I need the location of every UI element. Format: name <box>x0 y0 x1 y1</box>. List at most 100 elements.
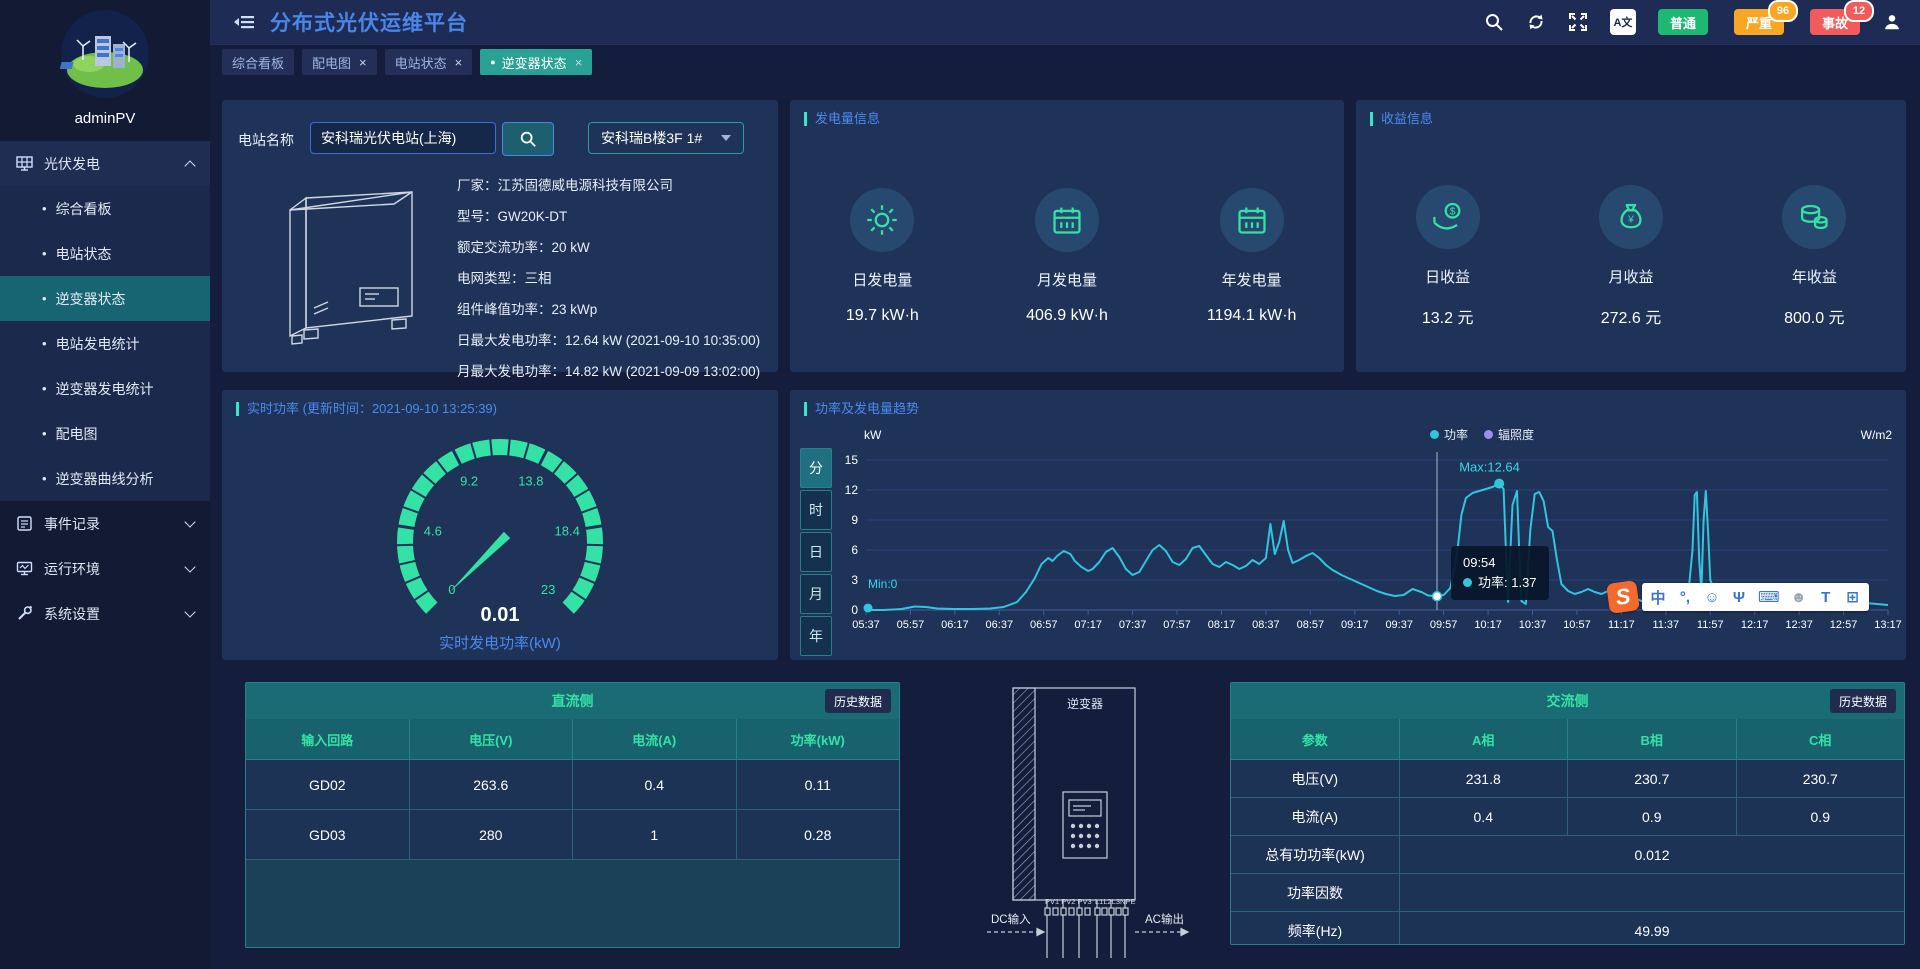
dc-history-button[interactable]: 历史数据 <box>825 689 891 713</box>
ime-tray: 中 °, ☺ Ψ ⌨ ☻ T ⊞ <box>1642 583 1869 611</box>
sun-icon <box>850 188 914 252</box>
power-trend-panel: 功率及发电量趋势 kW W/m2 功率 辐照度 分时日月年 0369121505… <box>790 390 1906 660</box>
status-badge-0[interactable]: 普通 <box>1658 9 1708 35</box>
tab-逆变器状态[interactable]: ●逆变器状态× <box>480 49 592 75</box>
revenue-info-panel: 收益信息 $日收益13.2 元¥月收益272.6 元年收益800.0 元 <box>1356 100 1906 372</box>
series-dot <box>1463 578 1472 587</box>
ac-side-table: 交流侧 历史数据 参数A相B相C相 电压(V)231.8230.7230.7电流… <box>1230 682 1905 945</box>
chevron-down-icon <box>721 135 731 141</box>
svg-text:10:37: 10:37 <box>1519 619 1547 631</box>
station-search-button[interactable] <box>502 122 554 156</box>
column-header-参数: 参数 <box>1231 719 1400 759</box>
pv-terminals-label: PV1 PV2 PV3 <box>1045 897 1092 906</box>
panel-title: 发电量信息 <box>804 112 880 126</box>
param-cell: 电流(A) <box>1231 798 1400 835</box>
svg-text:15: 15 <box>845 453 859 467</box>
chart-tooltip: 09:54 功率: 1.37 <box>1451 546 1549 600</box>
tab-close-icon[interactable]: × <box>455 55 463 70</box>
inverter-select[interactable]: 安科瑞B楼3F 1# <box>588 122 744 154</box>
svg-text:12:17: 12:17 <box>1741 619 1769 631</box>
emoji-icon[interactable]: ☺ <box>1704 589 1720 606</box>
table-cell: GD03 <box>246 810 410 859</box>
translate-icon[interactable]: A文 <box>1610 9 1636 35</box>
svg-text:Max:12.64: Max:12.64 <box>1459 460 1520 475</box>
station-search-input[interactable] <box>310 122 496 154</box>
user-icon[interactable] <box>1882 12 1902 32</box>
status-badge-1[interactable]: 严重96 <box>1734 9 1784 35</box>
voice-input-icon[interactable]: Ψ <box>1731 589 1747 606</box>
sidebar-menu: 光伏发电•综合看板•电站状态•逆变器状态•电站发电统计•逆变器发电统计•配电图•… <box>0 141 210 636</box>
sidebar-subitem-逆变器状态[interactable]: •逆变器状态 <box>0 276 210 321</box>
column-header-B相: B相 <box>1568 719 1737 759</box>
ac-history-button[interactable]: 历史数据 <box>1830 689 1896 713</box>
sidebar-subitem-电站状态[interactable]: •电站状态 <box>0 231 210 276</box>
username: adminPV <box>0 110 210 127</box>
svg-text:13.8: 13.8 <box>518 473 543 488</box>
svg-text:06:17: 06:17 <box>941 619 969 631</box>
sidebar-subitem-逆变器曲线分析[interactable]: •逆变器曲线分析 <box>0 456 210 501</box>
dc-table-header: 输入回路电压(V)电流(A)功率(kW) <box>246 719 899 760</box>
table-cell: 263.6 <box>410 760 574 809</box>
tab-综合看板[interactable]: 综合看板 <box>222 49 294 75</box>
column-header-输入回路: 输入回路 <box>246 719 410 759</box>
calendar-month-icon <box>1035 188 1099 252</box>
sidebar-item-光伏发电[interactable]: 光伏发电 <box>0 141 210 186</box>
svg-text:07:57: 07:57 <box>1163 619 1191 631</box>
tab-电站状态[interactable]: 电站状态× <box>385 49 473 75</box>
search-icon[interactable] <box>1484 12 1504 32</box>
ac-table-rows: 电压(V)231.8230.7230.7电流(A)0.40.90.9总有功功率(… <box>1231 760 1904 945</box>
tab-close-icon[interactable]: × <box>575 55 583 70</box>
param-cell: 总有功功率(kW) <box>1231 836 1400 873</box>
power-trend-chart[interactable]: 0369121505:3705:5706:1706:3706:5707:1707… <box>790 390 1906 660</box>
sogou-logo-icon[interactable]: S <box>1606 580 1640 614</box>
status-badge-2[interactable]: 事故12 <box>1810 9 1860 35</box>
table-cell: 0.9 <box>1737 798 1905 835</box>
fullscreen-icon[interactable] <box>1568 12 1588 32</box>
svg-text:4.6: 4.6 <box>424 523 442 538</box>
dc-table-title-bar: 直流侧 历史数据 <box>246 683 899 719</box>
column-header-电压(V): 电压(V) <box>410 719 574 759</box>
toolbox-icon[interactable]: ⊞ <box>1845 588 1861 606</box>
sidebar-subitem-综合看板[interactable]: •综合看板 <box>0 186 210 231</box>
gauge-value: 0.01 <box>222 604 778 627</box>
sidebar-item-事件记录[interactable]: 事件记录 <box>0 501 210 546</box>
svg-text:¥: ¥ <box>1627 214 1634 225</box>
inverter-image <box>244 166 454 367</box>
generation-info-panel: 发电量信息 日发电量19.7 kW·h月发电量406.9 kW·h年发电量119… <box>790 100 1344 372</box>
ac-terminals-label: L1L2L3NPE <box>1095 897 1135 906</box>
sidebar-item-系统设置[interactable]: 系统设置 <box>0 591 210 636</box>
skin-icon[interactable]: T <box>1818 589 1834 606</box>
svg-text:$: $ <box>1449 206 1455 217</box>
svg-text:06:57: 06:57 <box>1030 619 1058 631</box>
merged-cell <box>1400 874 1904 911</box>
table-cell: 0.4 <box>1400 798 1569 835</box>
column-header-A相: A相 <box>1400 719 1569 759</box>
sidebar-subitem-逆变器发电统计[interactable]: •逆变器发电统计 <box>0 366 210 411</box>
svg-text:07:17: 07:17 <box>1074 619 1102 631</box>
punctuation-icon[interactable]: °, <box>1677 589 1693 606</box>
metric-card-月发电量: 月发电量406.9 kW·h <box>975 156 1160 356</box>
dc-input-label: DC输入 <box>991 912 1031 926</box>
realtime-power-panel: 实时功率 (更新时间：2021-09-10 13:25:39) 04.69.21… <box>222 390 778 660</box>
chevron-down-icon <box>184 606 195 617</box>
badge-count: 12 <box>1844 0 1874 22</box>
sidebar: adminPV 光伏发电•综合看板•电站状态•逆变器状态•电站发电统计•逆变器发… <box>0 0 210 969</box>
generation-cards: 日发电量19.7 kW·h月发电量406.9 kW·h年发电量1194.1 kW… <box>790 156 1344 356</box>
active-tab-dot: ● <box>490 57 495 67</box>
chevron-down-icon <box>184 516 195 527</box>
sidebar-subitem-电站发电统计[interactable]: •电站发电统计 <box>0 321 210 366</box>
tab-配电图[interactable]: 配电图× <box>302 49 377 75</box>
sidebar-subitem-配电图[interactable]: •配电图 <box>0 411 210 456</box>
ac-table-header: 参数A相B相C相 <box>1231 719 1904 760</box>
svg-text:05:37: 05:37 <box>852 619 880 631</box>
refresh-icon[interactable] <box>1526 12 1546 32</box>
chinese-english-toggle-icon[interactable]: 中 <box>1650 587 1666 608</box>
tab-close-icon[interactable]: × <box>359 55 367 70</box>
table-cell: 231.8 <box>1400 760 1569 797</box>
sidebar-item-运行环境[interactable]: 运行环境 <box>0 546 210 591</box>
lexicon-icon[interactable]: ☻ <box>1791 589 1807 606</box>
dc-side-table: 直流侧 历史数据 输入回路电压(V)电流(A)功率(kW) GD02263.60… <box>245 682 900 948</box>
ac-table-title: 交流侧 <box>1547 691 1589 711</box>
soft-keyboard-icon[interactable]: ⌨ <box>1758 588 1780 606</box>
sidebar-collapse-icon[interactable] <box>234 13 256 31</box>
